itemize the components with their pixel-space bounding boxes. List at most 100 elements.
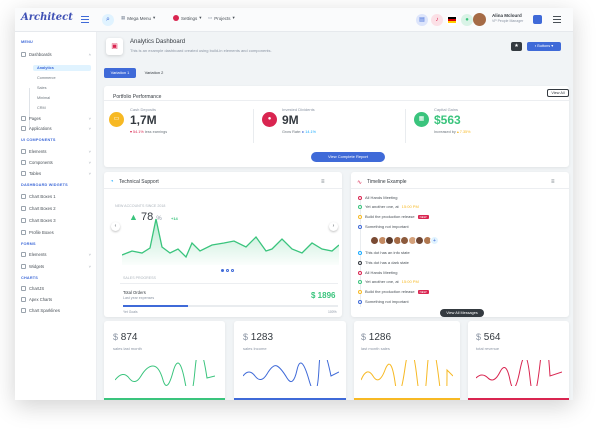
timeline-item: Yet another one, at 15:00 PM: [358, 279, 419, 284]
sparkline-path: [115, 360, 215, 386]
stat-accent-bar: [354, 398, 460, 400]
flag-de-icon[interactable]: [446, 14, 458, 26]
carousel-dot[interactable]: [221, 269, 224, 272]
sidebar-subitem-commerce[interactable]: Commerce: [37, 76, 56, 80]
avatar-group[interactable]: +: [370, 236, 439, 245]
mega-menu-label: Mega Menu: [127, 15, 152, 21]
app-window: Architect ⌕ ▦ Mega Menu ▾ Settings ▾ ▭ P…: [15, 8, 573, 400]
carousel-dots[interactable]: [221, 269, 234, 272]
arrow-up-icon: ▴: [456, 130, 459, 134]
projects-label: Projects: [214, 15, 231, 21]
view-report-button[interactable]: View Complete Report: [311, 152, 385, 162]
carousel-dot[interactable]: [231, 269, 234, 272]
sidebar-subitem-sales[interactable]: Sales: [37, 86, 47, 90]
star-button[interactable]: ★: [511, 42, 522, 51]
chevron-down-icon: ˅: [88, 160, 91, 165]
arrow-right-icon: ▸: [302, 130, 305, 134]
sidebar-item-label: Chart Boxes 3: [29, 218, 56, 223]
menu-icon[interactable]: [553, 16, 561, 23]
menu-icon[interactable]: ≡: [321, 179, 325, 185]
sidebar-item-chart-boxes-2[interactable]: Chart Boxes 2: [21, 206, 91, 211]
avatar[interactable]: [473, 13, 486, 26]
hamburger-icon[interactable]: [81, 16, 89, 23]
projects-menu[interactable]: ▭ Projects ▾: [208, 15, 235, 21]
sidebar-item-chart-sparklines[interactable]: Chart Sparklines: [21, 308, 91, 313]
card-divider: [120, 283, 338, 284]
stat-accent-bar: [468, 398, 569, 400]
sidebar-item-chart-boxes-1[interactable]: Chart Boxes 1: [21, 194, 91, 199]
orders-value: $ 1896: [311, 291, 336, 300]
bell-icon[interactable]: ♪: [431, 14, 443, 26]
sidebar-item-label: Chart Sparklines: [29, 308, 60, 313]
sidebar-item-components[interactable]: Components ˅: [21, 160, 91, 165]
support-title: Technical Support: [119, 179, 159, 185]
timeline-dot: [358, 299, 362, 304]
sidebar-subitem-analytics[interactable]: Analytics: [33, 65, 91, 71]
chevron-down-icon: ˅: [88, 252, 91, 257]
chevron-down-icon: ▾: [232, 15, 235, 20]
chart-icon: [21, 206, 26, 211]
sidebar-subitem-crm[interactable]: CRM: [37, 106, 46, 110]
headset-icon: ◔: [110, 179, 114, 185]
settings-menu[interactable]: Settings ▾: [173, 15, 202, 21]
chevron-down-icon: ˅: [88, 149, 91, 154]
carousel-dot[interactable]: [226, 269, 229, 272]
mega-menu[interactable]: ▦ Mega Menu ▾: [121, 15, 155, 21]
metric-note: Grow Rate: ▸ 14.1%: [282, 130, 317, 134]
metric-label: Capital Gains: [434, 107, 459, 112]
sidebar-item-label: Chart Boxes 2: [29, 206, 56, 211]
add-avatar-icon[interactable]: +: [430, 236, 439, 245]
chevron-down-icon: ▾: [551, 44, 554, 48]
tab-variation-1[interactable]: Variation 1: [104, 68, 136, 78]
sidebar-item-elements[interactable]: Elements ˅: [21, 149, 91, 154]
sidebar-item-dashboards[interactable]: Dashboards ˄: [21, 52, 91, 57]
sidebar-item-apex-charts[interactable]: Apex Charts: [21, 297, 91, 302]
card-divider: [104, 100, 569, 101]
timeline-dot: [358, 260, 362, 265]
view-messages-button[interactable]: View All Messages: [440, 309, 484, 317]
sidebar-item-chart-boxes-3[interactable]: Chart Boxes 3: [21, 218, 91, 223]
search-icon[interactable]: ⌕: [102, 14, 114, 26]
rocket-icon: [21, 52, 26, 57]
timeline-icon: ∿: [357, 180, 363, 186]
support-area-chart: [122, 218, 339, 265]
timeline-item: This dot has a dark state: [358, 260, 409, 265]
chevron-down-icon: ˅: [88, 116, 91, 121]
sparkline: [476, 360, 562, 386]
yet-goals-label: Yet Goals: [123, 310, 138, 314]
view-all-button[interactable]: View All: [547, 89, 569, 97]
sidebar-subitem-minimal[interactable]: Minimal: [37, 96, 50, 100]
grid-apps-icon[interactable]: ▤: [416, 14, 428, 26]
sidebar-item-label: Elements: [29, 149, 47, 154]
sidebar: MENU Dashboards ˄ Analytics Commerce Sal…: [15, 32, 97, 400]
timeline-dot: [358, 250, 362, 255]
metric-value: $563: [434, 113, 461, 127]
orders-label: Total Orders: [123, 290, 146, 295]
sidebar-item-tables[interactable]: Tables ˅: [21, 171, 91, 176]
sidebar-item-label: Chart Boxes 1: [29, 194, 56, 199]
menu-icon[interactable]: ≡: [551, 179, 555, 185]
timeline-item: All Hands Meeting: [358, 195, 397, 200]
user-menu-button[interactable]: [533, 15, 542, 24]
sidebar-item-pages[interactable]: Pages ˅: [21, 116, 91, 121]
chevron-down-icon: ▾: [199, 15, 202, 20]
card-divider: [351, 188, 569, 189]
sidebar-item-applications[interactable]: Applications ˅: [21, 126, 91, 131]
buttons-dropdown[interactable]: ▪ Buttons ▾: [527, 42, 561, 51]
app-logo[interactable]: Architect: [21, 12, 73, 23]
timeline-dot: [358, 279, 362, 284]
car-icon: [21, 160, 26, 165]
sidebar-item-chartjs[interactable]: ChartJS: [21, 286, 91, 291]
carousel-prev-button[interactable]: ‹: [111, 222, 120, 231]
dashboard-icon: ▣: [106, 38, 123, 55]
sidebar-item-profile-boxes[interactable]: Profile Boxes: [21, 230, 91, 235]
page-subtitle: This is an example dashboard created usi…: [130, 48, 272, 53]
gear-icon: [173, 15, 179, 21]
timeline-item: Something not important: [358, 299, 409, 304]
sparkline: [243, 360, 339, 386]
notifications-icon[interactable]: ●: [461, 14, 473, 26]
sidebar-item-form-elements[interactable]: Elements ˅: [21, 252, 91, 257]
tab-variation-2[interactable]: Variation 2: [138, 68, 170, 78]
lock-icon: ●: [262, 112, 277, 127]
sidebar-item-form-widgets[interactable]: Widgets ˅: [21, 264, 91, 269]
